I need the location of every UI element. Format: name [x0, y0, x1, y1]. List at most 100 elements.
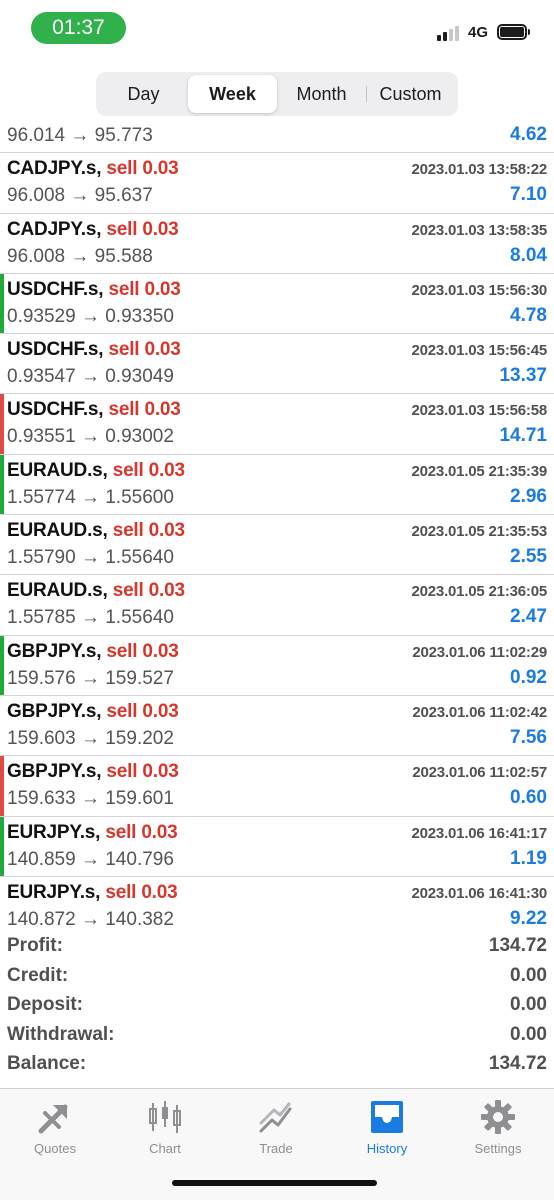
trade-row[interactable]: CADJPY.s, sell 0.03 2023.01.03 13:58:35 96… [0, 214, 554, 274]
trade-symbol: EURAUD.s, [7, 520, 108, 542]
trade-row[interactable]: 96.014 → 95.773 4.62 [0, 116, 554, 154]
trade-row[interactable]: EURAUD.s, sell 0.03 2023.01.05 21:36:05 1.… [0, 575, 554, 636]
summary-row: Deposit: 0.00 [0, 991, 554, 1021]
trade-marker [0, 454, 4, 515]
trade-row[interactable]: USDCHF.s, sell 0.03 2023.01.03 15:56:58 0.… [0, 394, 554, 455]
trade-prices: 96.008 → 95.588 [7, 245, 153, 267]
trade-prices: 159.603 → 159.202 [7, 727, 174, 749]
trade-profit: 0.60 [510, 787, 547, 809]
trade-time: 2023.01.03 15:56:30 [411, 281, 548, 299]
trade-title: EURJPY.s, sell 0.03 [7, 822, 178, 844]
trade-marker [0, 877, 4, 929]
trade-time: 2023.01.05 21:35:39 [411, 462, 548, 480]
history-icon [371, 1101, 403, 1133]
summary-row: Profit: 134.72 [0, 932, 554, 962]
trade-symbol: GBPJPY.s, [7, 700, 102, 722]
trade-time: 2023.01.05 21:35:53 [411, 523, 548, 541]
trade-time: 2023.01.06 11:02:57 [412, 764, 547, 782]
trade-prices: 0.93529 → 0.93350 [7, 305, 174, 327]
trade-marker [0, 635, 4, 695]
trade-side: sell 0.03 [108, 339, 181, 361]
trade-marker [0, 273, 4, 334]
trade-row[interactable]: EURJPY.s, sell 0.03 2023.01.06 16:41:30 14… [0, 877, 554, 929]
trade-symbol: EURAUD.s, [7, 459, 108, 481]
trade-prices: 140.872 → 140.382 [7, 908, 174, 929]
trade-marker [0, 515, 4, 574]
summary-label: Withdrawal: [7, 1023, 115, 1045]
tab-trade[interactable]: Trade [221, 1097, 331, 1156]
trade-title: CADJPY.s, sell 0.03 [7, 219, 179, 241]
tab-day[interactable]: Day [99, 75, 188, 113]
trade-title: USDCHF.s, sell 0.03 [7, 279, 181, 301]
trade-title: EURJPY.s, sell 0.03 [7, 882, 178, 904]
trade-row[interactable]: EURAUD.s, sell 0.03 2023.01.05 21:35:53 1.… [0, 515, 554, 576]
trade-marker [0, 816, 4, 876]
trade-profit: 13.37 [499, 365, 547, 387]
tab-quotes[interactable]: Quotes [0, 1097, 110, 1156]
trade-side: sell 0.03 [106, 218, 179, 240]
trade-marker [0, 334, 4, 393]
trade-row[interactable]: USDCHF.s, sell 0.03 2023.01.03 15:56:45 0.… [0, 334, 554, 395]
trade-prices: 96.008 → 95.637 [7, 185, 153, 207]
trade-time: 2023.01.05 21:36:05 [411, 583, 548, 601]
trade-time: 2023.01.03 13:58:22 [411, 161, 548, 179]
trade-profit: 4.78 [510, 304, 547, 326]
trade-marker [0, 696, 4, 755]
trade-side: sell 0.03 [106, 700, 179, 722]
trade-profit: 14.71 [499, 425, 547, 447]
trade-symbol: EURJPY.s, [7, 881, 101, 903]
trade-side: sell 0.03 [106, 158, 179, 180]
trade-title: CADJPY.s, sell 0.03 [7, 158, 179, 180]
trade-row[interactable]: CADJPY.s, sell 0.03 2023.01.03 13:58:22 96… [0, 153, 554, 214]
status-time: 01:37 [31, 12, 126, 44]
summary-label: Deposit: [7, 994, 83, 1016]
trade-side: sell 0.03 [108, 278, 181, 300]
tab-history[interactable]: History [332, 1097, 442, 1156]
trade-row[interactable]: EURJPY.s, sell 0.03 2023.01.06 16:41:17 14… [0, 816, 554, 877]
trade-symbol: CADJPY.s, [7, 158, 102, 180]
trade-profit: 1.19 [510, 847, 547, 869]
trade-row[interactable]: EURAUD.s, sell 0.03 2023.01.05 21:35:39 1.… [0, 454, 554, 516]
tab-label: Chart [149, 1141, 181, 1156]
trade-title: GBPJPY.s, sell 0.03 [7, 761, 179, 783]
summary-value: 0.00 [510, 1023, 547, 1045]
trade-symbol: USDCHF.s, [7, 278, 104, 300]
home-indicator[interactable] [172, 1180, 377, 1186]
tab-custom[interactable]: Custom [366, 75, 455, 113]
trade-row[interactable]: GBPJPY.s, sell 0.03 2023.01.06 11:02:57 15… [0, 756, 554, 817]
summary-label: Profit: [7, 935, 63, 956]
trade-symbol: EURJPY.s, [7, 821, 101, 843]
trade-profit: 2.47 [510, 606, 547, 628]
trade-side: sell 0.03 [112, 580, 185, 602]
tab-label: Quotes [34, 1141, 76, 1156]
account-summary: Profit: 134.72 Credit: 0.00 Deposit: 0.00 With… [0, 932, 554, 1080]
tab-label: Trade [259, 1141, 293, 1156]
trade-prices: 140.859 → 140.796 [7, 848, 174, 870]
tab-month[interactable]: Month [277, 75, 366, 113]
summary-value: 0.00 [510, 994, 547, 1016]
trade-side: sell 0.03 [112, 520, 185, 542]
trade-symbol: CADJPY.s, [7, 218, 102, 240]
trade-prices: 1.55785 → 1.55640 [7, 607, 174, 629]
tab-label: Settings [474, 1141, 522, 1156]
trade-time: 2023.01.03 15:56:58 [411, 402, 548, 420]
tab-settings[interactable]: Settings [443, 1097, 553, 1156]
tab-week[interactable]: Week [188, 75, 277, 113]
trade-row[interactable]: GBPJPY.s, sell 0.03 2023.01.06 11:02:29 15… [0, 635, 554, 696]
tab-chart[interactable]: Chart [110, 1097, 220, 1156]
history-list[interactable]: 96.014 → 95.773 4.62 CADJPY.s, sell 0.03 20… [0, 116, 554, 929]
trade-profit: 0.92 [510, 666, 547, 688]
trade-title: GBPJPY.s, sell 0.03 [7, 641, 179, 663]
summary-label: Credit: [7, 964, 69, 986]
trade-marker [0, 756, 4, 816]
trade-marker [0, 116, 4, 152]
trade-row[interactable]: USDCHF.s, sell 0.03 2023.01.03 15:56:30 0.… [0, 273, 554, 335]
trade-prices: 1.55774 → 1.55600 [7, 486, 174, 508]
trade-row[interactable]: GBPJPY.s, sell 0.03 2023.01.06 11:02:42 15… [0, 696, 554, 757]
trade-prices: 96.014 → 95.773 [7, 125, 153, 146]
trade-prices: 159.633 → 159.601 [7, 788, 174, 810]
summary-row: Withdrawal: 0.00 [0, 1021, 554, 1051]
trade-marker [0, 214, 4, 273]
summary-row: Credit: 0.00 [0, 962, 554, 992]
trade-side: sell 0.03 [112, 459, 185, 481]
